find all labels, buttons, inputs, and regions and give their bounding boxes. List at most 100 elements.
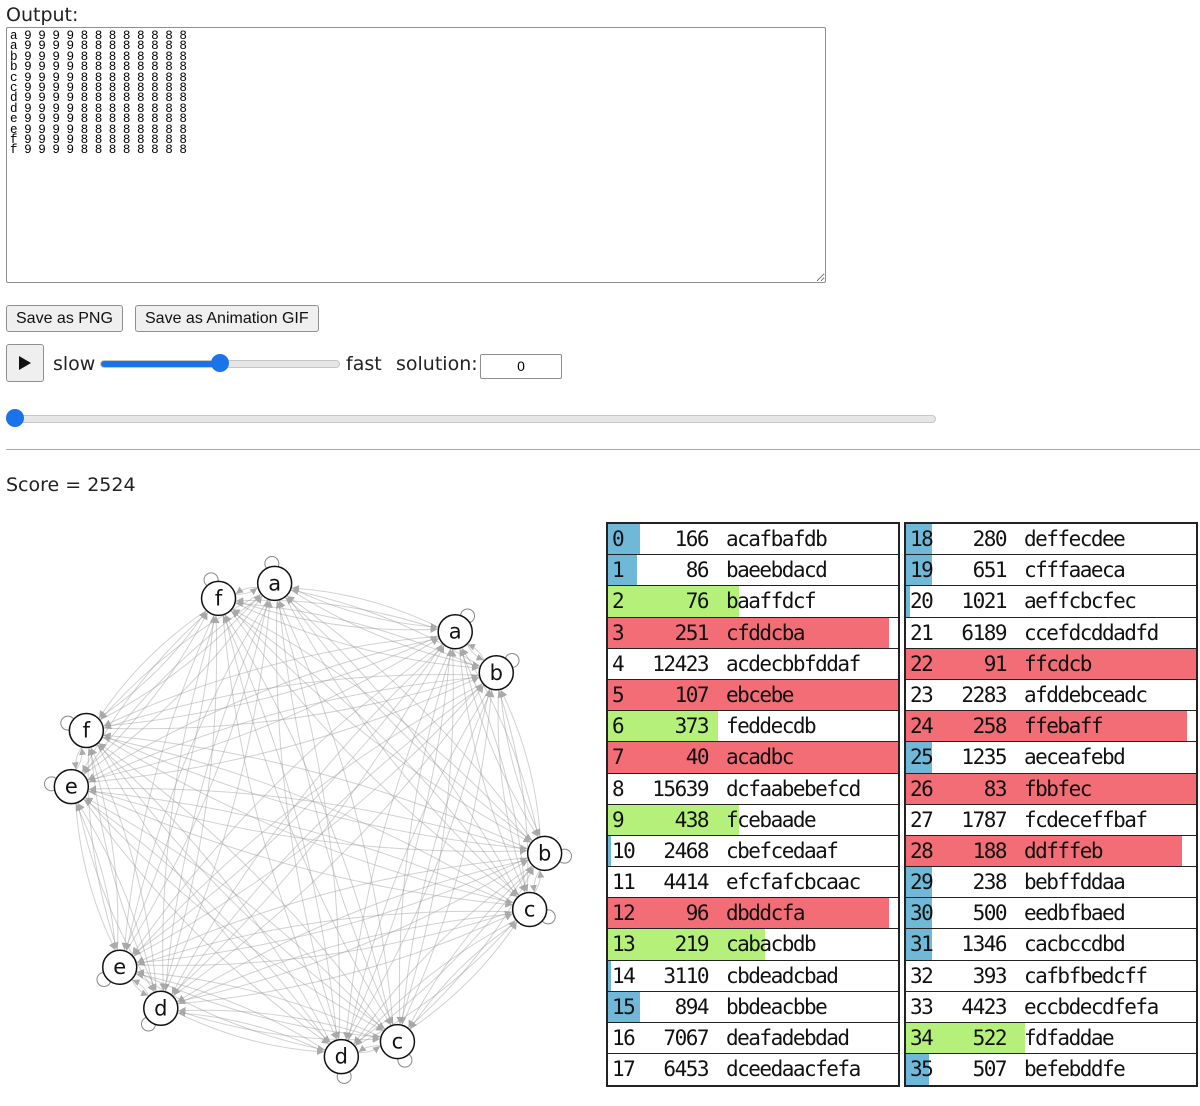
row-index: 21 bbox=[910, 620, 934, 645]
row-string: bebffddaa bbox=[1024, 870, 1126, 895]
graph-node-label: e bbox=[113, 955, 126, 979]
table-row: 3 251 cfddcba bbox=[608, 617, 898, 649]
seek-slider-thumb[interactable] bbox=[6, 409, 24, 427]
row-index: 28 bbox=[910, 838, 934, 863]
row-count: 7067 bbox=[663, 1026, 709, 1050]
graph-edges bbox=[71, 584, 545, 1056]
table-row: 33 4423 eccbdecdfefa bbox=[906, 992, 1196, 1023]
graph-node-label: d bbox=[335, 1045, 348, 1069]
graph-edge bbox=[354, 920, 516, 1047]
row-count: 894 bbox=[674, 994, 710, 1019]
row-string: cfddcba bbox=[726, 620, 806, 645]
table-row: 31 1346 cacbccdbd bbox=[906, 929, 1196, 961]
graph-edge bbox=[131, 979, 149, 997]
play-icon bbox=[19, 356, 31, 370]
row-count: 393 bbox=[972, 963, 1008, 988]
row-index: 17 bbox=[612, 1057, 636, 1082]
row-index: 19 bbox=[910, 558, 934, 583]
graph-edge bbox=[97, 744, 332, 1044]
divider bbox=[6, 449, 1200, 450]
graph-node-label: b bbox=[490, 661, 503, 685]
table-row: 22 91 ffcdcb bbox=[906, 648, 1196, 680]
score-text: Score = 2524 bbox=[6, 474, 136, 496]
row-index: 11 bbox=[612, 870, 636, 895]
row-index: 12 bbox=[612, 901, 636, 926]
table-row: 9 438 fcebaade bbox=[608, 804, 898, 836]
row-index: 34 bbox=[910, 1026, 934, 1050]
row-count: 280 bbox=[972, 527, 1008, 551]
row-string: feddecdb bbox=[726, 714, 817, 739]
graph-edge bbox=[83, 595, 263, 776]
play-button[interactable] bbox=[6, 344, 44, 382]
graph-edge bbox=[408, 866, 535, 1028]
graph-edge bbox=[232, 609, 532, 844]
row-index: 3 bbox=[612, 620, 625, 645]
row-count: 507 bbox=[972, 1057, 1008, 1082]
table-row: 12 96 dbddcfa bbox=[608, 898, 898, 930]
row-index: 26 bbox=[910, 776, 934, 801]
graph-edge bbox=[121, 614, 215, 950]
table-row: 15 894 bbdeacbbe bbox=[608, 991, 898, 1023]
row-count: 238 bbox=[972, 870, 1008, 895]
row-string: aeffcbcfec bbox=[1024, 589, 1137, 614]
row-count: 96 bbox=[685, 901, 710, 926]
table-row: 2 76 baaffdcf bbox=[608, 586, 898, 618]
row-string: cabacbdb bbox=[726, 932, 817, 957]
row-index: 1 bbox=[612, 558, 625, 583]
row-string: efcfafcbcaac bbox=[726, 870, 861, 895]
row-bar bbox=[608, 835, 612, 867]
row-string: ccefdcddadfd bbox=[1024, 620, 1159, 645]
graph-edge bbox=[409, 921, 518, 1031]
row-string: dcfaabebefcd bbox=[726, 776, 861, 801]
graph-edge bbox=[287, 595, 534, 842]
table-row: 1 86 baeebdacd bbox=[608, 555, 898, 587]
row-string: deafadebdad bbox=[726, 1026, 850, 1050]
row-string: ebcebe bbox=[726, 682, 794, 707]
save-gif-button[interactable]: Save as Animation GIF bbox=[135, 305, 319, 332]
row-count: 522 bbox=[972, 1026, 1008, 1050]
row-string: acadbc bbox=[726, 745, 794, 770]
seek-slider[interactable] bbox=[6, 409, 938, 429]
row-string: befebddfe bbox=[1024, 1057, 1126, 1082]
row-string: afddebceadc bbox=[1024, 682, 1148, 707]
table-row: 8 15639 dcfaabebefcd bbox=[608, 774, 898, 805]
row-string: fcebaade bbox=[726, 807, 817, 832]
save-png-button[interactable]: Save as PNG bbox=[6, 305, 123, 332]
row-index: 6 bbox=[612, 714, 625, 739]
graph-node-label: c bbox=[524, 897, 536, 921]
row-string: dceedaacfefa bbox=[726, 1057, 861, 1082]
graph-edge bbox=[98, 610, 207, 719]
graph-edge bbox=[98, 609, 207, 719]
speed-slider-thumb[interactable] bbox=[211, 354, 229, 372]
output-textarea[interactable]: a 9 9 9 9 8 8 8 8 8 8 8 8 a 9 9 9 9 8 8 … bbox=[6, 27, 826, 283]
table-row: 28 188 ddfffeb bbox=[906, 835, 1196, 868]
graph-node-label: c bbox=[392, 1030, 404, 1054]
results-table-right: 18 280 deffecdee 19 651 cfffaaeca 20 1021 aeffcb… bbox=[904, 522, 1198, 1088]
row-index: 13 bbox=[612, 932, 636, 957]
graph-edge bbox=[401, 690, 495, 1026]
graph-node-label: d bbox=[154, 996, 167, 1020]
solution-input[interactable]: 0 bbox=[480, 354, 562, 379]
graph-node-label: a bbox=[449, 620, 462, 644]
graph-edge bbox=[467, 643, 485, 661]
row-count: 373 bbox=[674, 714, 710, 739]
row-string: fbbfec bbox=[1024, 776, 1092, 801]
table-row: 32 393 cafbfbedcff bbox=[906, 961, 1196, 992]
speed-slider[interactable] bbox=[100, 354, 340, 374]
row-count: 500 bbox=[972, 901, 1008, 926]
row-index: 9 bbox=[612, 807, 625, 832]
row-count: 86 bbox=[685, 558, 710, 583]
row-index: 7 bbox=[612, 745, 625, 770]
graph-edge bbox=[171, 644, 446, 995]
row-count: 188 bbox=[972, 838, 1008, 863]
table-row: 13 219 cabacbdb bbox=[608, 929, 898, 961]
table-row: 6 373 feddecdb bbox=[608, 711, 898, 743]
graph-edge bbox=[286, 595, 533, 842]
row-string: ffebaff bbox=[1024, 714, 1104, 739]
row-count: 12423 bbox=[652, 651, 709, 676]
graph-edge bbox=[170, 645, 445, 996]
row-bar bbox=[608, 586, 739, 617]
row-count: 1346 bbox=[961, 932, 1007, 957]
row-string: cfffaaeca bbox=[1024, 558, 1126, 583]
row-string: aeceafebd bbox=[1024, 745, 1126, 770]
